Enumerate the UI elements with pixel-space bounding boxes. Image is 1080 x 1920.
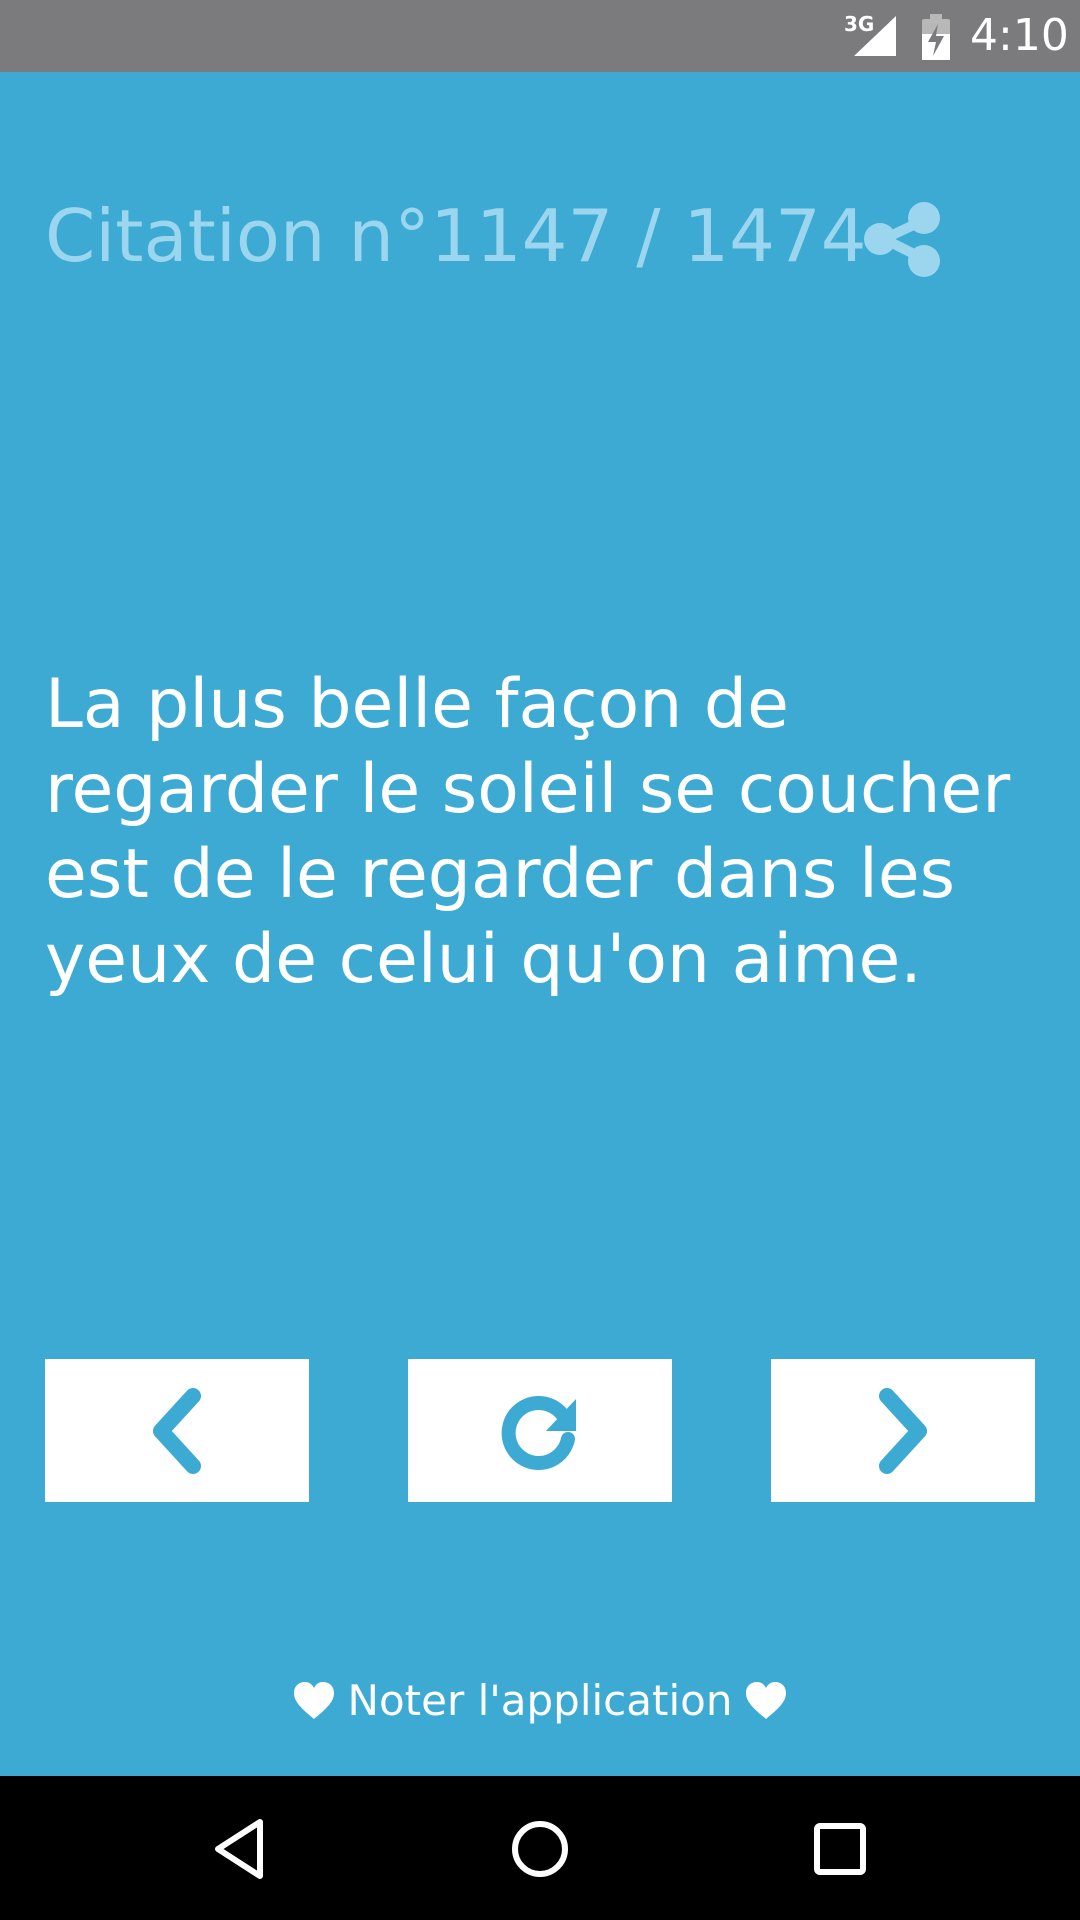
chevron-left-icon (153, 1387, 201, 1474)
quote-text: La plus belle façon de regarder le solei… (45, 665, 1011, 999)
back-triangle-icon[interactable] (206, 1814, 276, 1884)
previous-quote-button[interactable] (45, 1359, 309, 1502)
chevron-right-icon (879, 1387, 927, 1474)
heart-icon (746, 1681, 787, 1719)
heart-icon (293, 1681, 334, 1719)
status-clock: 4:10 (970, 10, 1069, 61)
refresh-icon (501, 1395, 576, 1470)
quote-counter: Citation n°1147 / 1474 (45, 194, 867, 278)
share-icon (864, 202, 940, 277)
rate-app-label: Noter l'application (347, 1676, 733, 1725)
status-bar: 3G 4:10 (0, 0, 1080, 72)
battery-icon (922, 14, 950, 60)
signal-icon (854, 16, 896, 56)
app-screen: 3G 4:10 Citation n°1147 / 1474 La plus b… (0, 0, 1080, 1920)
rate-app-link[interactable]: Noter l'application (0, 1676, 1080, 1725)
system-nav-bar (0, 1776, 1080, 1920)
recents-square-icon[interactable] (805, 1814, 875, 1884)
next-quote-button[interactable] (771, 1359, 1035, 1502)
home-circle-icon[interactable] (505, 1814, 575, 1884)
share-button[interactable] (862, 198, 944, 280)
random-quote-button[interactable] (408, 1359, 672, 1502)
